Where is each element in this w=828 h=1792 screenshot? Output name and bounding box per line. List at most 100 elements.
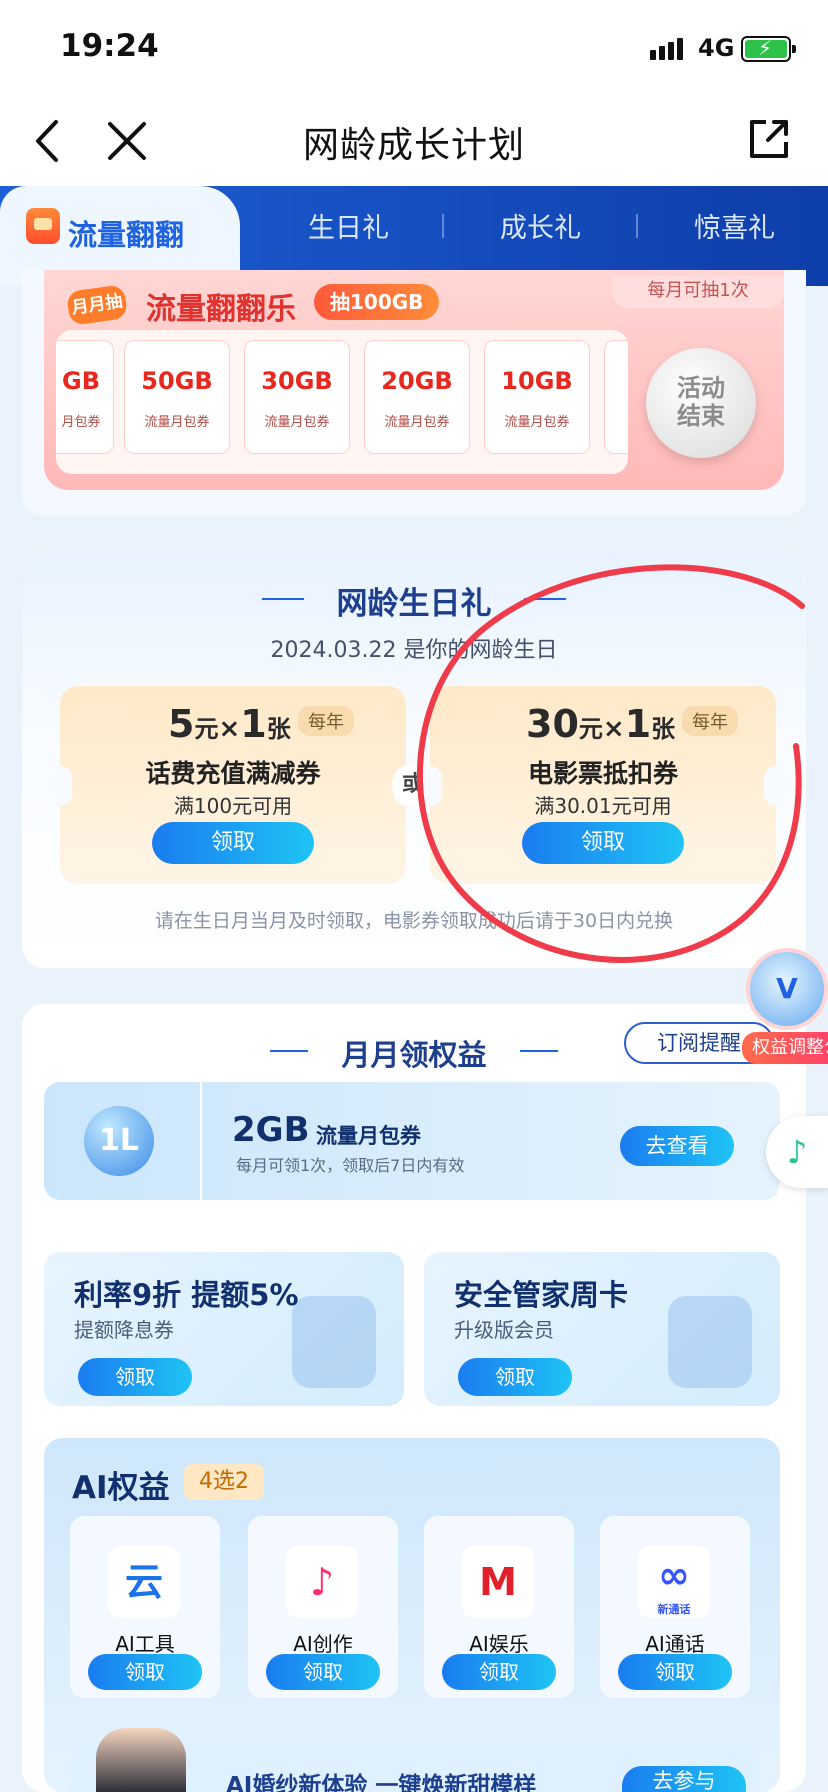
ai-item-entertainment: M AI娱乐 领取 [424, 1516, 574, 1698]
voucher-amount: 5元×1张 [168, 702, 291, 746]
voucher-count-unit: 张 [266, 715, 291, 743]
coupon-card: 10GB 流量月包券 [484, 340, 590, 454]
gb-amount: 2GB [232, 1110, 310, 1150]
voucher-amount-value: 30 [526, 702, 579, 746]
ai-call-glyph: ∞ [658, 1553, 690, 1597]
ai-call-caption: 新通话 [657, 1603, 691, 1616]
tab-birthday[interactable]: 生日礼 [308, 206, 389, 245]
claim-security-perk-button[interactable]: 领取 [458, 1358, 572, 1396]
voucher-name: 话费充值满减券 [145, 759, 321, 788]
gb-description: 每月可领1次，领取后7日内有效 [236, 1156, 465, 1175]
benefit-adjust-label: 权益调整公 [742, 1032, 828, 1064]
coupon-card [604, 340, 628, 454]
title-dash [520, 1050, 558, 1052]
battery-icon: ⚡ [741, 36, 796, 62]
v-badge-letter: V [776, 972, 798, 1005]
gb-name: 流量月包券 [316, 1124, 421, 1148]
title-dash [524, 598, 566, 600]
birthday-title: 网龄生日礼 [336, 586, 492, 622]
coupon-amount: 30GB [261, 367, 333, 395]
ai-item-tools: 云 AI工具 领取 [70, 1516, 220, 1698]
ai-item-name: AI娱乐 [469, 1632, 529, 1656]
view-gb-button[interactable]: 去查看 [620, 1126, 734, 1166]
ai-tools-icon: 云 [108, 1546, 180, 1618]
voucher-name: 电影票抵扣券 [527, 759, 678, 788]
couple-avatar [96, 1728, 186, 1792]
coupon-label: 流量月包券 [264, 415, 330, 430]
ai-item-name: AI工具 [115, 1632, 175, 1656]
voucher-amount: 30元×1张 [526, 702, 675, 746]
music-note-icon[interactable]: ♪ [766, 1116, 828, 1188]
coupon-amount: GB [62, 367, 100, 395]
page-title: 网龄成长计划 [302, 125, 525, 166]
coupon-amount: 20GB [381, 367, 453, 395]
red-envelope-icon [26, 208, 60, 244]
perk-card-loan: 利率9折 提额5% 提额降息券 领取 [44, 1252, 404, 1406]
tab-flip-label: 流量翻翻 [68, 218, 185, 252]
tab-surprise[interactable]: 惊喜礼 [694, 206, 775, 245]
ai-choice-badge: 4选2 [184, 1464, 264, 1500]
activity-ended-button[interactable]: 活动 结束 [646, 348, 756, 458]
coupon-card: GB 月包券 [56, 340, 114, 454]
flip-monthly-limit: 每月可抽1次 [612, 276, 784, 308]
activity-ended-line1: 活动 [677, 374, 725, 402]
voucher-card-movie: 30元×1张 每年 电影票抵扣券 满30.01元可用 领取 [418, 686, 788, 884]
activity-ended-line2: 结束 [677, 402, 725, 430]
claim-loan-perk-button[interactable]: 领取 [78, 1358, 192, 1396]
flip-draw-badge: 抽100GB [314, 284, 440, 320]
voucher-condition: 满100元可用 [173, 794, 293, 818]
voucher-unit: 元 [194, 715, 219, 743]
perk-title: 安全管家周卡 [454, 1278, 629, 1312]
perk-card-security: 安全管家周卡 升级版会员 领取 [424, 1252, 780, 1406]
voucher-multiply: × [218, 714, 241, 744]
ai-call-icon: ∞ 新通话 [638, 1546, 710, 1618]
flip-title: 流量翻翻乐 [146, 292, 296, 327]
perk-title: 利率9折 提额5% [74, 1278, 299, 1312]
data-coin-icon: 1L [84, 1106, 154, 1176]
voucher-card-phone: 5元×1张 每年 话费充值满减券 满100元可用 领取 [48, 686, 418, 884]
signal-icon [650, 38, 686, 60]
share-icon[interactable] [746, 116, 792, 162]
coupon-card: 50GB 流量月包券 [124, 340, 230, 454]
claim-movie-voucher-button[interactable]: 领取 [522, 822, 684, 864]
voucher-amount-value: 5 [168, 702, 195, 746]
perk-subtitle: 升级版会员 [454, 1318, 554, 1342]
ai-entertainment-icon: M [462, 1546, 534, 1618]
voucher-count: 1 [240, 702, 267, 746]
shield-icon [668, 1296, 752, 1388]
status-time: 19:24 [60, 28, 159, 64]
coupon-label: 流量月包券 [504, 415, 570, 430]
coupon-amount: 50GB [141, 367, 213, 395]
coupon-label: 流量月包券 [384, 415, 450, 430]
coupon-card: 30GB 流量月包券 [244, 340, 350, 454]
coupon-card: 20GB 流量月包券 [364, 340, 470, 454]
join-wedding-button[interactable]: 去参与 [622, 1766, 746, 1792]
ai-item-create: ♪ AI创作 领取 [248, 1516, 398, 1698]
voucher-multiply: × [602, 714, 625, 744]
voucher-count-unit: 张 [651, 715, 676, 743]
voucher-period: 每年 [298, 706, 354, 736]
claim-phone-voucher-button[interactable]: 领取 [152, 822, 314, 864]
coupon-strip: GB 月包券 50GB 流量月包券 30GB 流量月包券 20GB 流量月包券 10GB… [56, 330, 628, 474]
coupon-label: 流量月包券 [144, 415, 210, 430]
claim-ai-create-button[interactable]: 领取 [266, 1654, 380, 1690]
gb-divider [200, 1082, 202, 1200]
wedding-text: AI婚纱新体验 一键焕新甜模样 [226, 1773, 537, 1792]
voucher-period: 每年 [682, 706, 738, 736]
voucher-condition: 满30.01元可用 [534, 794, 672, 818]
tab-growth[interactable]: 成长礼 [500, 206, 581, 245]
perk-subtitle: 提额降息券 [74, 1318, 174, 1342]
nav-bar: 网龄成长计划 [0, 96, 828, 186]
v-badge-icon: V [746, 948, 828, 1030]
coupon-amount: 10GB [501, 367, 573, 395]
tab-divider [442, 214, 444, 238]
voucher-count: 1 [624, 702, 652, 746]
benefit-adjust-float[interactable]: V 权益调整公 [742, 948, 828, 1072]
claim-ai-call-button[interactable]: 领取 [618, 1654, 732, 1690]
tab-divider [636, 214, 638, 238]
ai-item-name: AI通话 [645, 1632, 705, 1656]
ai-create-icon: ♪ [286, 1546, 358, 1618]
claim-ai-entertainment-button[interactable]: 领取 [442, 1654, 556, 1690]
claim-ai-tools-button[interactable]: 领取 [88, 1654, 202, 1690]
birthday-subtitle: 2024.03.22 是你的网龄生日 [270, 638, 558, 663]
